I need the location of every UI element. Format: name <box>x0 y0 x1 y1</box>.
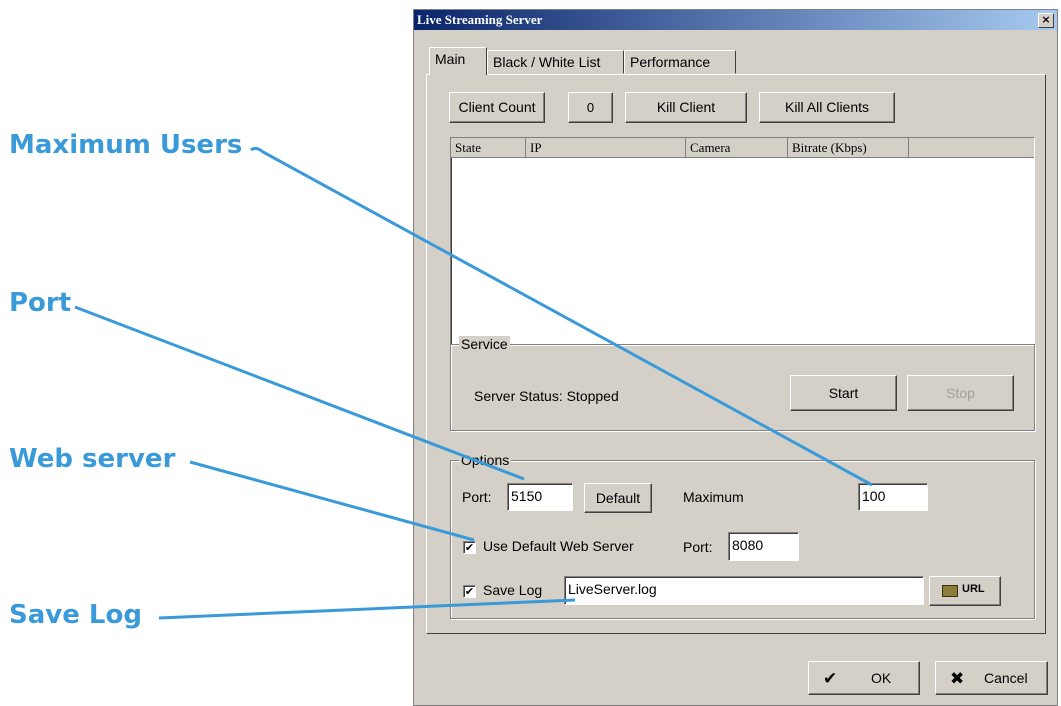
folder-icon <box>942 585 958 597</box>
dialog-titlebar: Live Streaming Server × <box>414 10 1057 30</box>
dialog-title: Live Streaming Server <box>417 12 543 27</box>
column-header-ip[interactable]: IP <box>526 138 686 158</box>
use-default-web-server-checkbox[interactable]: ✔ <box>463 541 476 554</box>
port-label: Port: <box>462 489 492 505</box>
start-button[interactable]: Start <box>790 375 897 411</box>
column-header-state[interactable]: State <box>451 138 526 158</box>
check-icon: ✔ <box>823 669 838 689</box>
maximum-label: Maximum <box>683 489 744 505</box>
options-group-title: Options <box>459 452 512 468</box>
tab-black-white-list[interactable]: Black / White List <box>487 50 624 74</box>
column-header-filler <box>909 138 1034 158</box>
live-streaming-server-dialog: Live Streaming Server × Main Black / Whi… <box>413 9 1058 706</box>
cancel-button-label: Cancel <box>984 670 1028 686</box>
save-log-checkbox[interactable]: ✔ <box>463 585 476 598</box>
close-icon[interactable]: × <box>1038 13 1054 28</box>
options-group: Options Port: 5150 Default Maximum 100 ✔… <box>450 452 1035 619</box>
client-list[interactable]: State IP Camera Bitrate (Kbps) <box>450 137 1035 346</box>
kill-client-button[interactable]: Kill Client <box>625 92 747 123</box>
port-input[interactable]: 5150 <box>507 483 573 511</box>
save-log-label[interactable]: Save Log <box>483 582 542 598</box>
stop-button[interactable]: Stop <box>907 375 1014 411</box>
callout-port: Port <box>9 288 72 318</box>
column-header-camera[interactable]: Camera <box>686 138 788 158</box>
client-count-value: 0 <box>568 92 613 123</box>
column-header-bitrate[interactable]: Bitrate (Kbps) <box>788 138 909 158</box>
tab-main[interactable]: Main <box>429 47 487 75</box>
use-default-web-server-label[interactable]: Use Default Web Server <box>483 538 634 554</box>
web-port-input[interactable]: 8080 <box>728 532 799 561</box>
web-port-label: Port: <box>683 539 713 555</box>
service-group-title: Service <box>459 336 510 352</box>
url-button-label: URL <box>962 583 985 595</box>
kill-all-clients-button[interactable]: Kill All Clients <box>759 92 895 123</box>
ok-button[interactable]: ✔ OK <box>808 661 920 695</box>
server-status: Server Status: Stopped <box>474 388 619 404</box>
close-x-icon: ✖ <box>950 669 965 689</box>
ok-button-label: OK <box>871 670 892 686</box>
log-file-input[interactable]: LiveServer.log <box>564 576 924 605</box>
cancel-button[interactable]: ✖ Cancel <box>935 661 1048 695</box>
callout-save-log: Save Log <box>9 600 142 630</box>
service-group: Service Server Status: Stopped Start Sto… <box>450 336 1035 431</box>
client-count-label: Client Count <box>449 92 545 123</box>
callout-maximum-users: Maximum Users <box>9 130 243 160</box>
callout-web-server: Web server <box>9 444 176 474</box>
tab-performance[interactable]: Performance <box>624 50 736 74</box>
main-tab-panel: Client Count 0 Kill Client Kill All Clie… <box>426 74 1046 634</box>
url-button[interactable]: URL <box>929 576 1001 606</box>
default-port-button[interactable]: Default <box>584 483 652 513</box>
maximum-users-input[interactable]: 100 <box>858 483 928 511</box>
